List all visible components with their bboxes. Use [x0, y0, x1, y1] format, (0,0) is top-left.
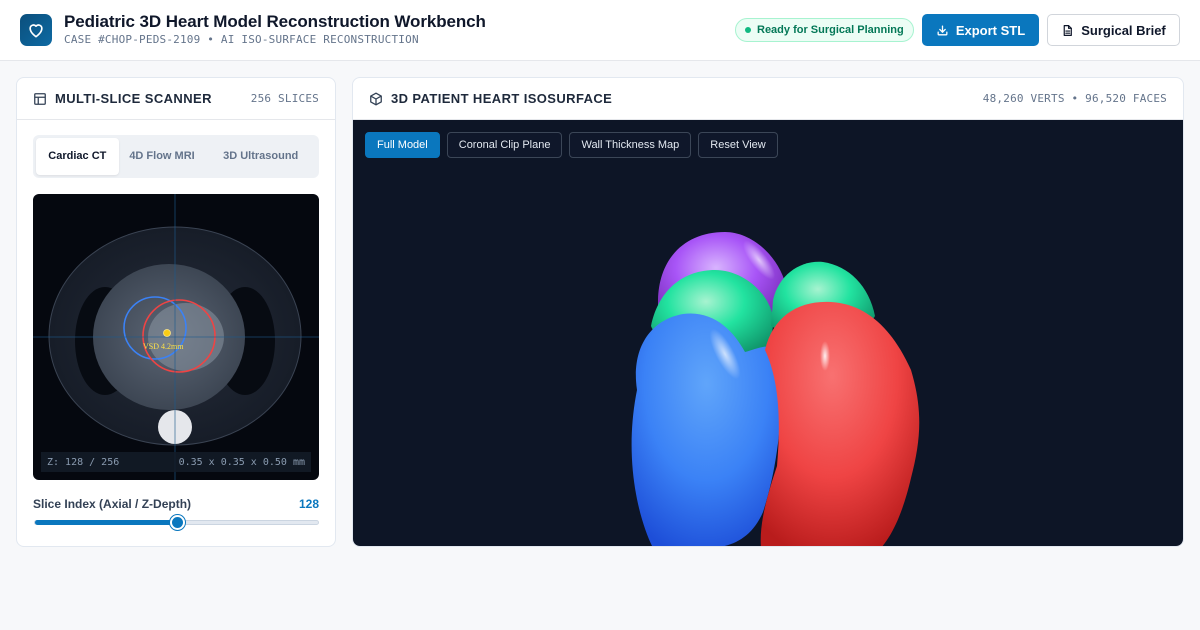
slice-count: 256 SLICES: [250, 92, 319, 105]
z-position: Z: 128 / 256: [47, 456, 120, 468]
slice-slider-fill: [35, 520, 177, 525]
scanner-panel-header: MULTI-SLICE SCANNER 256 SLICES: [17, 78, 335, 120]
export-stl-button[interactable]: Export STL: [922, 14, 1039, 46]
slice-slider-value: 128: [298, 497, 319, 511]
right-atrium-mesh: [651, 270, 774, 360]
scanner-panel: MULTI-SLICE SCANNER 256 SLICES Cardiac C…: [16, 77, 336, 547]
coronal-clip-button[interactable]: Coronal Clip Plane: [446, 132, 563, 158]
right-ventricle-highlight: [709, 328, 741, 380]
right- ventricle-mesh: [631, 313, 782, 546]
view-mode-toolbar: Full Model Coronal Clip Plane Wall Thick…: [365, 132, 778, 158]
ct-slice-image: VSD 4.2mm: [33, 194, 319, 480]
tab-cardiac-ct[interactable]: Cardiac CT: [36, 138, 119, 175]
model-panel-header: 3D PATIENT HEART ISOSURFACE 48,260 VERTS…: [353, 78, 1183, 120]
slice-slider-thumb[interactable]: [169, 515, 185, 530]
case-subtitle: CASE #CHOP-PEDS-2109 • AI ISO-SURFACE RE…: [64, 33, 419, 46]
full-model-button[interactable]: Full Model: [365, 132, 440, 158]
reset-view-button[interactable]: Reset View: [698, 132, 778, 158]
document-icon: [1063, 24, 1073, 36]
model-panel: 3D PATIENT HEART ISOSURFACE 48,260 VERTS…: [352, 77, 1184, 547]
model-panel-title: 3D PATIENT HEART ISOSURFACE: [391, 91, 613, 106]
left-atrium-mesh: [771, 261, 875, 340]
voxel-size: 0.35 x 0.35 x 0.50 mm: [178, 456, 305, 468]
layout-icon: [34, 92, 46, 105]
tab-4d-flow-mri[interactable]: 4D Flow MRI: [121, 138, 204, 175]
heart-isosurface-render: [631, 232, 920, 546]
app-title: Pediatric 3D Heart Model Reconstruction …: [64, 12, 486, 31]
heart-icon: [20, 14, 52, 46]
cube-icon: [370, 92, 382, 105]
surgical-brief-button[interactable]: Surgical Brief: [1047, 14, 1180, 46]
surgical-brief-label: Surgical Brief: [1081, 22, 1166, 38]
left-ventricle-highlight: [820, 341, 830, 371]
tab-3d-ultrasound-label: 3D Ultrasound: [223, 150, 299, 163]
mesh-stats: 48,260 VERTS • 96,520 FACES: [982, 92, 1167, 105]
tab-3d-ultrasound[interactable]: 3D Ultrasound: [205, 138, 316, 175]
great-vessel-highlight: [742, 240, 776, 280]
great-vessel-mesh: [658, 232, 787, 334]
download-icon: [937, 25, 948, 35]
slice-slider-label: Slice Index (Axial / Z-Depth): [33, 497, 192, 511]
wall-thickness-button[interactable]: Wall Thickness Map: [569, 132, 692, 158]
3d-viewport[interactable]: Full Model Coronal Clip Plane Wall Thick…: [353, 120, 1183, 546]
vsd-marker: [163, 329, 171, 337]
status-badge: Ready for Surgical Planning: [735, 18, 914, 42]
status-dot-icon: [745, 27, 751, 33]
slice-readout: Z: 128 / 256 0.35 x 0.35 x 0.50 mm: [41, 452, 311, 472]
modality-tabs: Cardiac CT 4D Flow MRI 3D Ultrasound: [33, 135, 319, 178]
slice-slider[interactable]: [34, 515, 319, 530]
scanner-panel-title: MULTI-SLICE SCANNER: [55, 91, 212, 106]
app-header: Pediatric 3D Heart Model Reconstruction …: [0, 0, 1200, 61]
status-text: Ready for Surgical Planning: [757, 24, 904, 36]
ct-slice-viewer[interactable]: VSD 4.2mm Z: 128 / 256 0.35 x 0.35 x 0.5…: [33, 194, 319, 480]
export-stl-label: Export STL: [955, 22, 1026, 38]
left-ventricle-mesh: [760, 301, 920, 546]
vsd-annotation: VSD 4.2mm: [143, 342, 184, 351]
